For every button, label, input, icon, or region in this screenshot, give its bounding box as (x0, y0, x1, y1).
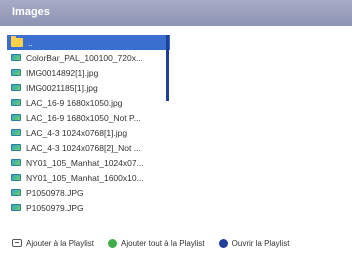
list-item[interactable]: LAC_16-9 1680x1050.jpg (7, 95, 170, 110)
open-playlist-label: Ouvrir la Playlist (231, 238, 290, 248)
list-item-label: P1050979.JPG (26, 202, 84, 213)
list-item-label: IMG0014892[1].jpg (26, 67, 99, 78)
image-file-icon (11, 174, 21, 181)
add-all-to-playlist-label: Ajouter tout à la Playlist (121, 238, 205, 248)
list-item-label: LAC_16-9 1680x1050.jpg (26, 97, 123, 108)
list-item[interactable]: P1050979.JPG (7, 200, 170, 215)
image-file-icon (11, 54, 21, 61)
image-file-icon (11, 84, 21, 91)
list-item-label: LAC_4-3 1024x0768[2]_Not ... (26, 142, 141, 153)
scrollbar-thumb[interactable] (166, 35, 169, 101)
list-item[interactable]: P1050978.JPG (7, 185, 170, 200)
list-item[interactable]: ColorBar_PAL_100100_720x... (7, 50, 170, 65)
image-file-icon (11, 99, 21, 106)
add-to-playlist-label: Ajouter à la Playlist (26, 238, 95, 248)
image-file-icon (11, 189, 21, 196)
list-item[interactable]: LAC_16-9 1680x1050_Not P... (7, 110, 170, 125)
list-item[interactable]: IMG0021185[1].jpg (7, 80, 170, 95)
green-dot-icon (108, 238, 118, 248)
list-item-label: ColorBar_PAL_100100_720x... (26, 52, 144, 63)
blue-dot-icon (218, 238, 228, 248)
image-file-icon (11, 69, 21, 76)
list-item-label: .. (28, 37, 33, 48)
panel-title: Images (12, 6, 50, 18)
add-all-to-playlist-button[interactable]: Ajouter tout à la Playlist (108, 238, 205, 248)
list-item-label: NY01_105_Manhat_1024x07... (26, 157, 144, 168)
action-bar: Ajouter à la Playlist Ajouter tout à la … (12, 237, 352, 249)
add-to-playlist-button[interactable]: Ajouter à la Playlist (12, 239, 94, 248)
list-item[interactable]: LAC_4-3 1024x0768[2]_Not ... (7, 140, 170, 155)
list-item[interactable]: NY01_105_Manhat_1024x07... (7, 155, 170, 170)
file-list-scrollbar[interactable] (166, 35, 169, 225)
file-list[interactable]: .. ColorBar_PAL_100100_720x... IMG001489… (7, 35, 170, 225)
list-item-label: LAC_4-3 1024x0768[1].jpg (26, 127, 128, 138)
list-item[interactable]: LAC_4-3 1024x0768[1].jpg (7, 125, 170, 140)
list-item-parent-folder[interactable]: .. (7, 35, 170, 50)
list-item-label: LAC_16-9 1680x1050_Not P... (26, 112, 141, 123)
list-item-label: P1050978.JPG (26, 187, 84, 198)
panel-header: Images (0, 0, 352, 26)
image-file-icon (11, 129, 21, 136)
list-item[interactable]: IMG0014892[1].jpg (7, 65, 170, 80)
playlist-add-icon (12, 239, 22, 247)
image-file-icon (11, 204, 21, 211)
image-file-icon (11, 159, 21, 166)
image-file-icon (11, 114, 21, 121)
folder-icon (11, 36, 23, 47)
open-playlist-button[interactable]: Ouvrir la Playlist (218, 238, 290, 248)
list-item-label: NY01_105_Manhat_1600x10... (26, 172, 144, 183)
image-file-icon (11, 144, 21, 151)
list-item[interactable]: NY01_105_Manhat_1600x10... (7, 170, 170, 185)
list-item-label: IMG0021185[1].jpg (26, 82, 98, 93)
